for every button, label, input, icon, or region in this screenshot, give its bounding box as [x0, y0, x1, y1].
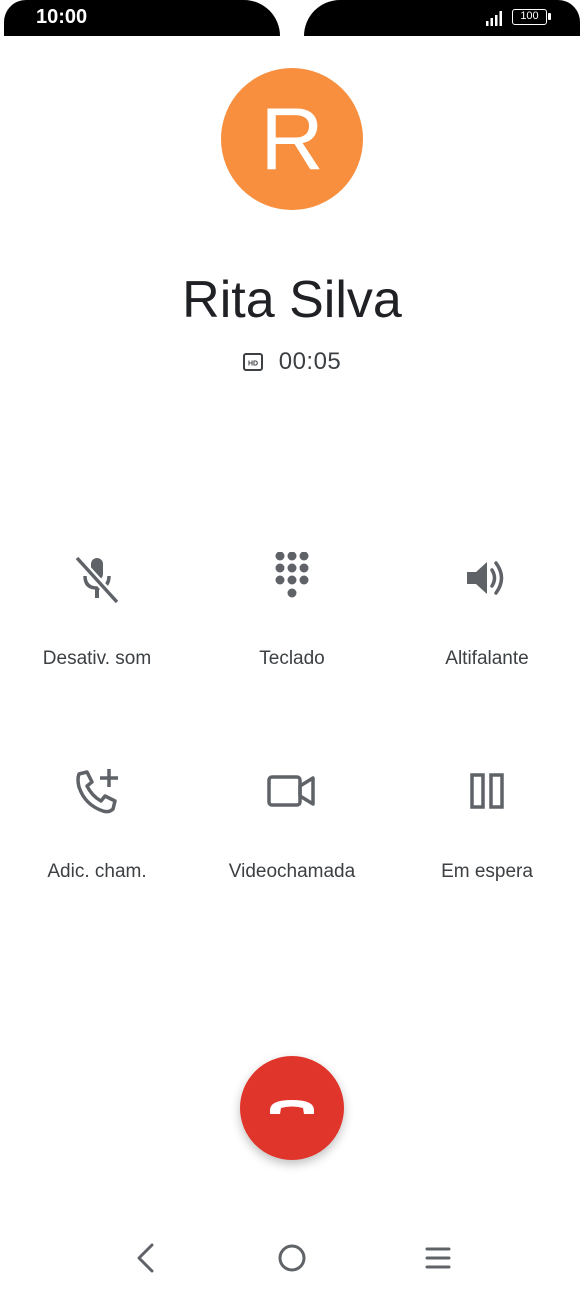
home-icon [278, 1244, 306, 1272]
dialpad-label: Teclado [259, 648, 325, 669]
menu-icon [425, 1247, 451, 1269]
end-call-icon [270, 1100, 314, 1114]
signal-bars-icon [486, 11, 502, 26]
svg-text:HD: HD [248, 361, 258, 368]
speaker-icon [467, 561, 504, 595]
add-call-button[interactable]: Adic. cham. [0, 765, 194, 915]
mic-off-icon [74, 555, 120, 604]
video-call-button[interactable]: Videochamada [195, 765, 389, 915]
mute-label: Desativ. som [42, 648, 152, 669]
speaker-button[interactable]: Altifalante [390, 552, 584, 702]
status-time: 10:00 [36, 6, 88, 28]
end-call-button[interactable] [240, 1056, 344, 1160]
battery-tip [548, 13, 551, 20]
battery-indicator: 100 [512, 9, 547, 25]
hold-button[interactable]: Em espera [390, 765, 584, 915]
nav-recents-button[interactable] [414, 1234, 462, 1282]
call-duration: 00:05 [278, 348, 342, 375]
hd-icon: HD [242, 353, 263, 371]
videocam-icon [267, 775, 315, 807]
video-call-label: Videochamada [228, 861, 356, 882]
back-icon [137, 1243, 154, 1273]
dialpad-icon [275, 552, 309, 598]
pause-icon [470, 773, 504, 809]
speaker-label: Altifalante [445, 648, 529, 669]
add-call-icon [76, 769, 118, 814]
contact-avatar: R [221, 68, 363, 210]
hold-label: Em espera [441, 861, 533, 882]
call-info: HD 00:05 [0, 348, 584, 376]
nav-back-button[interactable] [122, 1234, 170, 1282]
nav-home-button[interactable] [268, 1234, 316, 1282]
add-call-label: Adic. cham. [47, 861, 147, 882]
mute-button[interactable]: Desativ. som [0, 552, 194, 702]
dialpad-button[interactable]: Teclado [195, 552, 389, 702]
status-bar: 10:00 100 [0, 0, 584, 36]
contact-name: Rita Silva [182, 271, 402, 329]
